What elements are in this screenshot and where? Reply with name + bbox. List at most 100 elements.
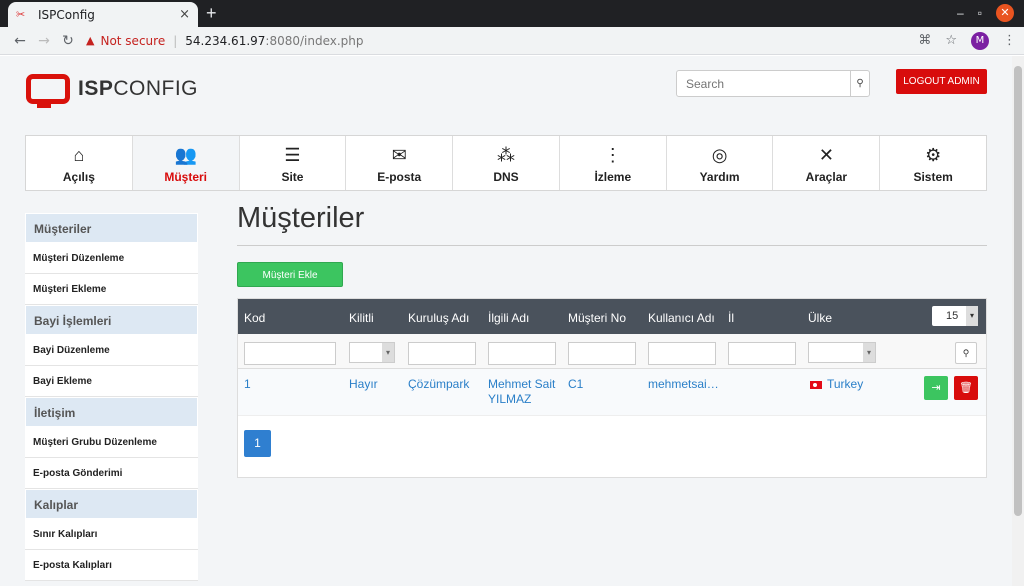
col-il[interactable]: İl — [728, 311, 734, 325]
url-text: 54.234.61.97:8080/index.php — [185, 34, 363, 48]
filter-musteri-no-input[interactable] — [568, 342, 636, 365]
page: ISPCONFIG ⚲ LOGOUT ADMIN ⌂ Açılış 👥 Müşteri… — [0, 56, 1012, 586]
list-icon: ☰ — [284, 145, 301, 165]
sidebar: Müşteriler Müşteri Düzenleme Müşteri Eklem… — [25, 213, 198, 581]
cell-ilgili-first: Mehmet Sait — [488, 377, 556, 391]
filter-search-icon[interactable]: ⚲ — [955, 342, 977, 364]
clients-table: Kod Kilitli Kuruluş Adı İlgili Adı Müşte… — [237, 298, 987, 478]
translate-icon[interactable]: ⌘ — [918, 33, 931, 48]
logo-text: ISPCONFIG — [78, 77, 198, 101]
main-navigation: ⌂ Açılış 👥 Müşteri ☰ Site ✉ E-posta ⁂ DNS ⋮ İzleme ◎… — [25, 135, 987, 191]
url-field[interactable]: ▲ Not secure | 54.234.61.97:8080/index.p… — [86, 30, 918, 52]
nav-tab-label: Site — [281, 170, 304, 184]
filter-ilgili-input[interactable] — [488, 342, 556, 365]
sidebar-item[interactable]: E-posta Kalıpları — [25, 550, 198, 581]
nav-tab-1[interactable]: 👥 Müşteri — [132, 136, 240, 190]
pagination: 1 — [238, 416, 986, 477]
ispconfig-logo[interactable]: ISPCONFIG — [26, 74, 198, 108]
nav-tab-6[interactable]: ◎ Yardım — [667, 136, 774, 190]
ispconfig-favicon-icon: ✂ — [16, 7, 26, 21]
forward-icon[interactable]: → — [32, 33, 56, 49]
col-kod[interactable]: Kod — [244, 311, 265, 325]
envelope-icon: ✉ — [391, 145, 407, 165]
cell-ilgili[interactable]: Mehmet Sait YILMAZ — [488, 377, 555, 407]
col-musteri-no[interactable]: Müşteri No — [568, 311, 626, 325]
cell-ilgili-last: YILMAZ — [488, 392, 532, 406]
tools-icon: ✕ — [818, 145, 834, 165]
maximize-icon[interactable]: ▫ — [978, 6, 982, 20]
col-kullanici[interactable]: Kullanıcı Adı — [648, 311, 715, 325]
sidebar-item[interactable]: Bayi Düzenleme — [25, 335, 198, 366]
col-ulke[interactable]: Ülke — [808, 311, 832, 325]
browser-menu-icon[interactable]: ⋮ — [1003, 33, 1016, 48]
url-separator: | — [173, 33, 178, 48]
cell-kilitli[interactable]: Hayır — [349, 377, 378, 392]
login-as-client-icon[interactable]: ⇥ — [924, 376, 948, 400]
sidebar-section-heading: Kalıplar — [25, 489, 198, 519]
filter-ulke-select[interactable]: ▾ — [808, 342, 876, 363]
nav-tab-8[interactable]: ⚙ Sistem — [880, 136, 986, 190]
search-input[interactable] — [677, 71, 850, 96]
nav-tab-label: E-posta — [377, 170, 422, 184]
sidebar-item[interactable]: E-posta Gönderimi — [25, 458, 198, 489]
col-kurulus[interactable]: Kuruluş Adı — [408, 311, 469, 325]
add-client-button[interactable]: Müşteri Ekle — [237, 262, 343, 287]
tab-close-icon[interactable]: × — [179, 7, 190, 22]
search-icon[interactable]: ⚲ — [850, 71, 869, 96]
per-page-select[interactable]: 15 ▾ — [932, 306, 978, 326]
sidebar-item[interactable]: Bayi Ekleme — [25, 366, 198, 397]
window-close-icon[interactable]: ✕ — [996, 4, 1014, 22]
bookmark-star-icon[interactable]: ☆ — [945, 33, 957, 48]
not-secure-label: Not secure — [100, 33, 166, 48]
delete-trash-icon[interactable]: 🗑 — [954, 376, 978, 400]
page-scrollbar[interactable] — [1012, 56, 1024, 586]
cell-kurulus[interactable]: Çözümpark — [408, 377, 469, 392]
scrollbar-thumb[interactable] — [1014, 66, 1022, 516]
address-bar: ← → ↻ ▲ Not secure | 54.234.61.97:8080/i… — [0, 27, 1024, 55]
nav-tab-5[interactable]: ⋮ İzleme — [560, 136, 667, 190]
chevron-down-icon: ▾ — [863, 343, 875, 362]
browser-tab[interactable]: ✂ ISPConfig × — [8, 2, 198, 27]
home-icon: ⌂ — [73, 145, 85, 165]
nav-tab-label: Araçlar — [805, 170, 848, 184]
minimize-icon[interactable]: – — [957, 6, 964, 20]
filter-kurulus-input[interactable] — [408, 342, 476, 365]
sidebar-item[interactable]: Müşteri Düzenleme — [25, 243, 198, 274]
gear-icon: ⚙ — [925, 145, 942, 165]
back-icon[interactable]: ← — [8, 33, 32, 49]
logout-button[interactable]: LOGOUT ADMIN — [896, 69, 987, 94]
nav-tab-0[interactable]: ⌂ Açılış — [26, 136, 133, 190]
table-header: Kod Kilitli Kuruluş Adı İlgili Adı Müşte… — [238, 299, 986, 334]
filter-il-input[interactable] — [728, 342, 796, 365]
window-controls: – ▫ ✕ — [957, 4, 1014, 22]
sidebar-item[interactable]: Müşteri Ekleme — [25, 274, 198, 305]
filter-kod-input[interactable] — [244, 342, 336, 365]
traffic-light-icon: ⋮ — [603, 145, 622, 165]
lifebuoy-icon: ◎ — [711, 145, 728, 165]
table-row[interactable]: 1 Hayır Çözümpark Mehmet Sait YILMAZ C1 m… — [238, 369, 986, 416]
filter-kilitli-select[interactable]: ▾ — [349, 342, 395, 363]
profile-avatar[interactable]: M — [971, 31, 989, 50]
sidebar-item[interactable]: Müşteri Grubu Düzenleme — [25, 427, 198, 458]
col-kilitli[interactable]: Kilitli — [349, 311, 374, 325]
cell-kullanici[interactable]: mehmetsai… — [648, 377, 719, 392]
browser-tabbar: ✂ ISPConfig × + – ▫ ✕ — [0, 0, 1024, 27]
filter-kullanici-input[interactable] — [648, 342, 716, 365]
logo-mark-icon — [26, 74, 70, 108]
nav-tab-7[interactable]: ✕ Araçlar — [773, 136, 881, 190]
cell-ulke[interactable]: Turkey — [810, 377, 863, 392]
nav-tab-label: Yardım — [699, 170, 740, 184]
cell-kod[interactable]: 1 — [244, 377, 251, 392]
nav-tab-4[interactable]: ⁂ DNS — [453, 136, 560, 190]
reload-icon[interactable]: ↻ — [56, 33, 80, 49]
filter-row: ▾ ▾ ⚲ — [238, 334, 986, 369]
new-tab-button[interactable]: + — [206, 3, 217, 23]
nav-tab-3[interactable]: ✉ E-posta — [346, 136, 454, 190]
turkey-flag-icon — [810, 380, 822, 389]
cell-musteri-no[interactable]: C1 — [568, 377, 583, 392]
page-button[interactable]: 1 — [244, 430, 271, 457]
sidebar-item[interactable]: Sınır Kalıpları — [25, 519, 198, 550]
chevron-down-icon: ▾ — [966, 306, 978, 326]
nav-tab-2[interactable]: ☰ Site — [240, 136, 347, 190]
col-ilgili[interactable]: İlgili Adı — [488, 311, 529, 325]
